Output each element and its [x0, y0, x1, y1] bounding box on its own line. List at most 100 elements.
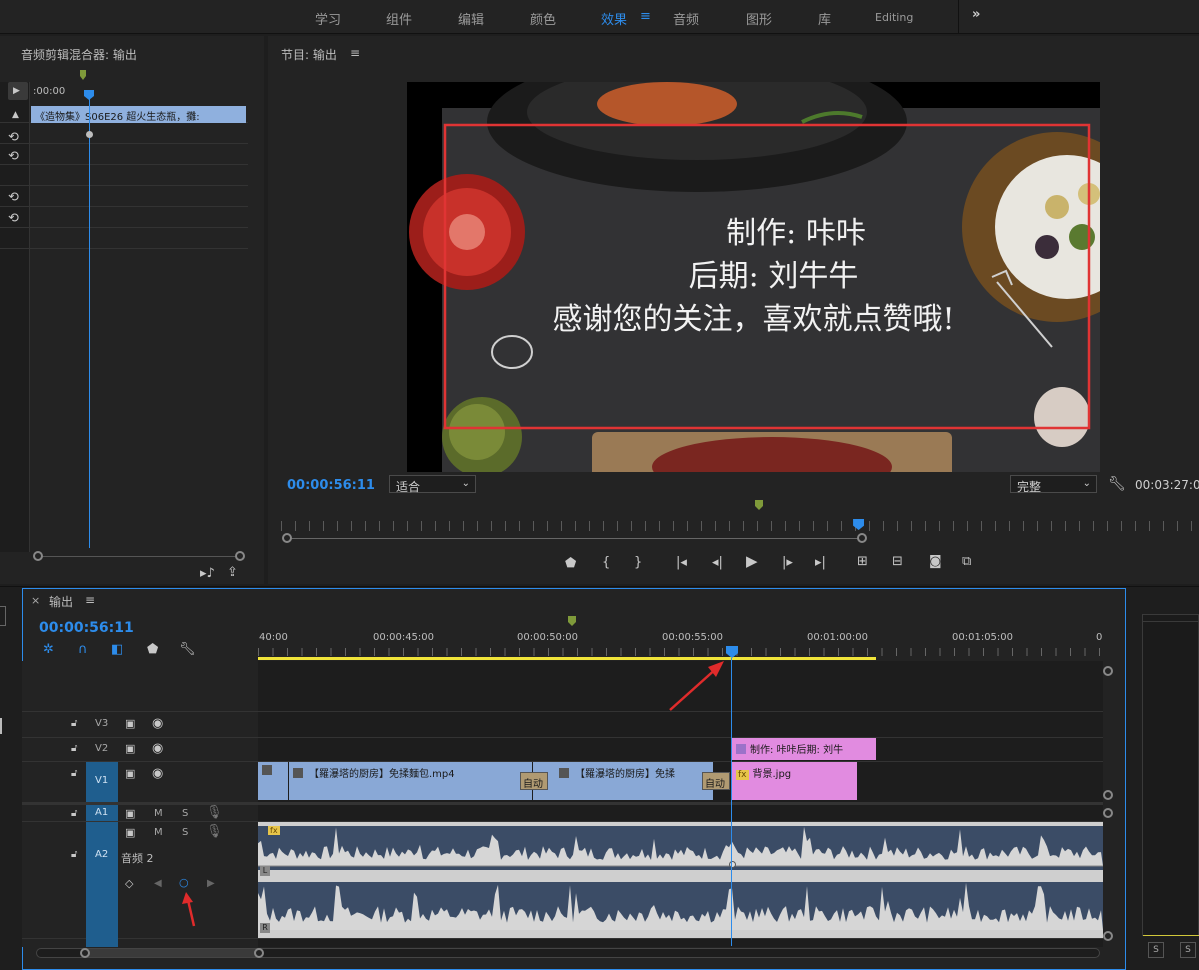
transition-auto[interactable]: 自动: [520, 772, 548, 790]
wrench-icon[interactable]: 🔧︎: [179, 643, 196, 656]
workspace-tab-learn[interactable]: 学习: [315, 9, 341, 28]
vscroll-handle[interactable]: [1103, 931, 1113, 941]
film-icon[interactable]: ▣: [125, 807, 135, 820]
workspace-tab-graphics[interactable]: 图形: [746, 9, 772, 28]
mic-icon[interactable]: 🎙︎: [206, 825, 223, 838]
video-clip[interactable]: [258, 762, 288, 800]
marker-icon[interactable]: ⬟: [147, 643, 158, 656]
scroll-handle-left[interactable]: [80, 948, 90, 958]
track-target-a2[interactable]: A2: [86, 822, 118, 947]
hamburger-icon[interactable]: ≡: [350, 46, 360, 60]
keyframe-icon[interactable]: ○: [179, 876, 189, 889]
workspace-tab-effects[interactable]: 效果: [601, 9, 627, 28]
go-to-in-icon[interactable]: |◂: [676, 556, 687, 569]
timeline-tab-title[interactable]: 输出: [49, 593, 73, 610]
hscroll-thumb[interactable]: [85, 949, 260, 957]
audio-play-icon[interactable]: ▸♪: [200, 567, 215, 580]
undo-icon[interactable]: ⟲: [8, 191, 19, 204]
keyframe-add-icon[interactable]: ◇: [125, 877, 133, 890]
film-icon[interactable]: ▣: [125, 742, 135, 755]
lift-icon[interactable]: ⊞: [857, 555, 868, 568]
extract-icon[interactable]: ⊟: [892, 555, 903, 568]
workspace-tab-libraries[interactable]: 库: [818, 9, 831, 28]
snap-icon[interactable]: ✲: [43, 643, 54, 656]
solo-right-button[interactable]: S: [1180, 942, 1196, 958]
mic-icon[interactable]: 🎙︎: [206, 806, 223, 819]
mute-button[interactable]: M: [154, 827, 163, 838]
up-triangle-icon[interactable]: ▲: [12, 109, 19, 122]
scroll-handle-right[interactable]: [235, 551, 245, 561]
camera-icon[interactable]: ◙: [929, 555, 942, 568]
undo-icon[interactable]: ⟲: [8, 150, 19, 163]
film-icon[interactable]: ▣: [125, 767, 135, 780]
bracket-in-icon[interactable]: {: [602, 556, 610, 569]
zoom-handle-left[interactable]: [282, 533, 292, 543]
workspace-tab-editing[interactable]: Editing: [875, 11, 913, 24]
track-label-v3[interactable]: V3: [95, 718, 108, 729]
marker-icon[interactable]: ⬟: [565, 557, 576, 570]
transition-auto[interactable]: 自动: [702, 772, 730, 790]
go-to-out-icon[interactable]: ▸|: [815, 556, 826, 569]
quality-select[interactable]: 完整 ⌄: [1010, 475, 1097, 494]
track-target-a1[interactable]: A1: [86, 805, 118, 821]
fit-select[interactable]: 适合 ⌄: [389, 475, 476, 494]
vscroll-handle[interactable]: [1103, 808, 1113, 818]
bracket-out-icon[interactable]: }: [634, 556, 642, 569]
workspace-tab-edit[interactable]: 编辑: [458, 9, 484, 28]
video-clip[interactable]: 【羅瀑塔的厨房】免揉麵包.mp4: [289, 762, 532, 800]
zoom-handle-right[interactable]: [857, 533, 867, 543]
wrench-icon[interactable]: 🔧︎: [1108, 477, 1126, 491]
mixer-clip[interactable]: 《造物集》S06E26 超火生态瓶，攤:: [31, 106, 246, 123]
double-chevron-right-icon[interactable]: »: [972, 7, 980, 22]
track-name-a2[interactable]: 音频 2: [121, 850, 154, 866]
video-clip[interactable]: 【羅瀑塔的厨房】免揉: [533, 762, 713, 800]
workspace-tab-assembly[interactable]: 组件: [386, 9, 412, 28]
mute-button[interactable]: M: [154, 808, 163, 819]
scroll-handle-left[interactable]: [33, 551, 43, 561]
arrow-right-icon[interactable]: ▶: [207, 877, 215, 890]
audio-clip-a2[interactable]: fx L R: [258, 822, 1103, 938]
track-target-v1[interactable]: V1: [86, 762, 118, 802]
compare-icon[interactable]: ⧉: [962, 555, 971, 568]
lock-icon[interactable]: 🔓︎: [71, 767, 77, 780]
mixer-scrollbar[interactable]: [36, 556, 242, 557]
graphic-clip-v2[interactable]: 制作: 咔咔后期: 刘牛: [732, 738, 876, 760]
close-icon[interactable]: ×: [31, 594, 40, 607]
solo-button[interactable]: S: [182, 827, 188, 838]
in-marker[interactable]: [80, 70, 86, 80]
step-back-icon[interactable]: ◂|: [712, 556, 723, 569]
track-label-v2[interactable]: V2: [95, 743, 108, 754]
vscroll-handle[interactable]: [1103, 790, 1113, 800]
magnet-icon[interactable]: ∩: [78, 643, 88, 656]
undo-icon[interactable]: ⟲: [8, 212, 19, 225]
linked-select-icon[interactable]: ◧: [111, 643, 123, 656]
lock-icon[interactable]: 🔓︎: [71, 717, 77, 730]
film-icon[interactable]: ▣: [125, 717, 135, 730]
export-icon[interactable]: ⇪: [227, 566, 238, 579]
play-icon[interactable]: ▶: [746, 554, 758, 569]
solo-button[interactable]: S: [182, 808, 188, 819]
eye-icon[interactable]: ◉: [152, 767, 163, 780]
arrow-left-icon[interactable]: ◀: [154, 877, 162, 890]
film-icon[interactable]: ▣: [125, 826, 135, 839]
step-forward-icon[interactable]: |▸: [782, 556, 793, 569]
keyframe-icon[interactable]: [86, 131, 93, 138]
workspace-tab-color[interactable]: 颜色: [530, 9, 556, 28]
workspace-tab-audio[interactable]: 音频: [673, 9, 699, 28]
lock-icon[interactable]: 🔓︎: [71, 742, 77, 755]
expand-button[interactable]: ▶: [8, 82, 28, 100]
lock-icon[interactable]: 🔓︎: [71, 807, 77, 820]
program-current-timecode[interactable]: 00:00:56:11: [287, 478, 375, 493]
solo-left-button[interactable]: S: [1148, 942, 1164, 958]
work-area-bar[interactable]: [258, 657, 876, 660]
eye-icon[interactable]: ◉: [152, 742, 163, 755]
program-time-ruler[interactable]: [281, 521, 1197, 531]
vscroll-handle[interactable]: [1103, 666, 1113, 676]
program-zoom-bar[interactable]: [286, 538, 862, 539]
workspace-menu-icon[interactable]: ≡: [640, 9, 651, 24]
timeline-current-timecode[interactable]: 00:00:56:11: [39, 620, 134, 636]
image-clip-background[interactable]: fx 背景.jpg: [732, 762, 857, 800]
lock-icon[interactable]: 🔓︎: [71, 848, 77, 861]
eye-icon[interactable]: ◉: [152, 717, 163, 730]
hamburger-icon[interactable]: ≡: [85, 593, 95, 607]
